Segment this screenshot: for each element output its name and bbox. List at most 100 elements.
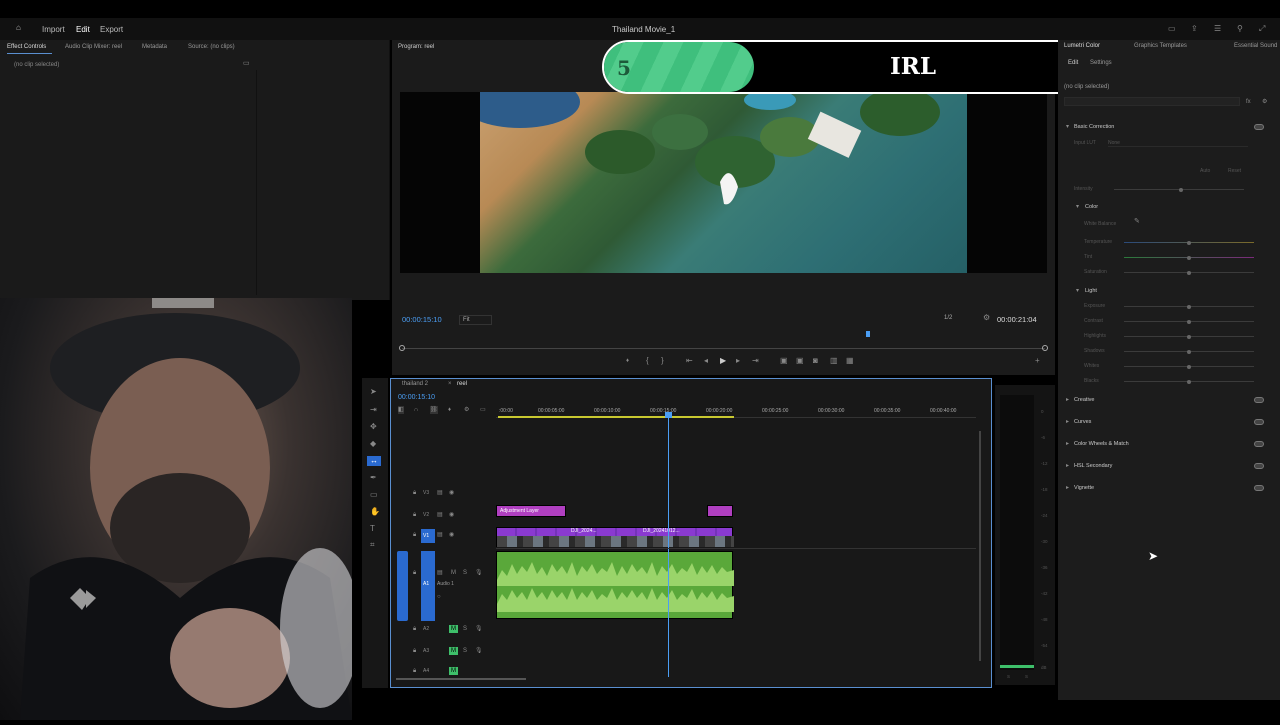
razor-icon[interactable]: ◆ — [370, 440, 376, 448]
eye-icon[interactable]: ◉ — [449, 531, 454, 539]
intensity-slider[interactable] — [1114, 187, 1244, 192]
audio-clip[interactable] — [496, 551, 734, 619]
tab-essential-sound[interactable]: Essential Sound — [1234, 43, 1277, 49]
volume-knob-icon[interactable]: ○ — [437, 593, 441, 601]
eye-icon[interactable]: ◉ — [449, 489, 454, 497]
creative-chevron-icon[interactable]: ▸ — [1066, 396, 1069, 404]
panel-export-icon[interactable]: ▭ — [243, 60, 250, 68]
hand-tool-icon[interactable]: ✋ — [370, 508, 380, 516]
meter-solo-right[interactable]: S — [1025, 674, 1028, 679]
solo-button-icon[interactable]: S — [463, 569, 467, 577]
pen-tool-icon[interactable]: ✒ — [370, 474, 377, 482]
eyedropper-icon[interactable]: ✎ — [1134, 218, 1140, 226]
basic-correction-label[interactable]: Basic Correction — [1074, 124, 1114, 130]
creative-toggle[interactable] — [1254, 397, 1264, 403]
extract-icon[interactable]: ▣ — [796, 357, 804, 365]
hamburger-icon[interactable]: ☰ — [1214, 25, 1221, 33]
ripple-edit-icon[interactable]: ✥ — [370, 423, 377, 431]
hsl-secondary-section-label[interactable]: HSL Secondary — [1074, 463, 1112, 469]
input-lut-dropdown[interactable]: None — [1108, 140, 1248, 147]
home-icon[interactable]: ⌂ — [16, 24, 21, 32]
adjustment-layer-clip[interactable]: Adjustment Layer — [496, 505, 566, 517]
selection-tool-icon[interactable]: ➤ — [370, 388, 377, 396]
step-back-icon[interactable]: ◂ — [704, 357, 708, 365]
slip-tool-icon[interactable]: ↔ — [367, 456, 381, 466]
sync-icon[interactable]: ▤ — [437, 569, 443, 577]
vignette-section-label[interactable]: Vignette — [1074, 485, 1094, 491]
reset-button[interactable]: Reset — [1228, 168, 1241, 174]
mic-icon[interactable]: 🎙︎ — [475, 625, 483, 633]
track-label[interactable]: A1 — [421, 551, 435, 621]
lift-icon[interactable]: ▣ — [780, 357, 788, 365]
meter-solo-left[interactable]: S — [1007, 674, 1010, 679]
mark-in-icon[interactable]: { — [646, 357, 649, 365]
mark-out-icon[interactable]: } — [661, 357, 664, 365]
add-button-icon[interactable]: + — [1035, 357, 1040, 365]
menu-export[interactable]: Export — [100, 25, 123, 34]
solo-button-icon[interactable]: S — [463, 625, 467, 633]
saturation-slider[interactable] — [1124, 270, 1254, 275]
exposure-slider[interactable] — [1124, 304, 1254, 309]
vertical-scrollbar[interactable] — [979, 431, 981, 661]
work-area-bar[interactable] — [498, 416, 734, 418]
adjustment-layer-clip[interactable] — [707, 505, 733, 517]
auto-button[interactable]: Auto — [1200, 168, 1210, 174]
go-to-out-icon[interactable]: ⇥ — [752, 357, 759, 365]
ruler[interactable]: :00:00 00:00:05:00 00:00:10:00 00:00:15:… — [496, 406, 976, 418]
tab-thailand-2[interactable]: thailand 2 — [402, 381, 428, 387]
mic-icon[interactable]: 🎙︎ — [475, 569, 483, 577]
tab-effect-controls[interactable]: Effect Controls — [7, 44, 46, 50]
lock-icon[interactable]: 🔒︎ — [413, 667, 416, 675]
add-marker-icon[interactable]: ♦ — [448, 406, 451, 414]
light-chevron-icon[interactable]: ▾ — [1076, 287, 1079, 295]
color-wheels-toggle[interactable] — [1254, 441, 1264, 447]
close-tab-icon[interactable]: × — [448, 380, 452, 388]
tab-audio-clip-mixer[interactable]: Audio Clip Mixer: reel — [65, 44, 122, 50]
tab-metadata[interactable]: Metadata — [142, 44, 167, 50]
video-clip[interactable]: DJI_2024... DJI_20241012... — [496, 527, 734, 547]
lock-icon[interactable]: 🔒︎ — [413, 647, 416, 655]
creative-section-label[interactable]: Creative — [1074, 397, 1094, 403]
color-wheels-section-label[interactable]: Color Wheels & Match — [1074, 441, 1129, 447]
tab-reel[interactable]: reel — [457, 381, 467, 387]
program-scrubber[interactable] — [402, 348, 1045, 349]
menu-edit[interactable]: Edit — [76, 25, 90, 34]
search-icon[interactable]: ⚲ — [1237, 25, 1243, 33]
hsl-chevron-icon[interactable]: ▸ — [1066, 462, 1069, 470]
timeline-settings-icon[interactable]: ⚙ — [464, 406, 469, 414]
horizontal-scrollbar[interactable] — [396, 678, 526, 680]
scrubber-start-handle[interactable] — [399, 345, 405, 351]
fit-dropdown[interactable]: Fit — [459, 315, 492, 325]
timeline-playhead[interactable] — [668, 412, 669, 677]
resolution-dropdown[interactable]: 1/2 — [944, 315, 972, 321]
light-section-label[interactable]: Light — [1085, 288, 1097, 294]
source-patch-a1[interactable] — [397, 551, 408, 621]
captions-icon[interactable]: ▭ — [480, 406, 486, 414]
share-icon[interactable]: ⇪ — [1191, 25, 1198, 33]
tab-edit[interactable]: Edit — [1068, 60, 1078, 66]
curves-section-label[interactable]: Curves — [1074, 419, 1091, 425]
blacks-slider[interactable] — [1124, 379, 1254, 384]
sync-icon[interactable]: ▤ — [437, 489, 443, 497]
mic-icon[interactable]: 🎙︎ — [475, 647, 483, 655]
color-chevron-icon[interactable]: ▾ — [1076, 203, 1079, 211]
tint-slider[interactable] — [1124, 255, 1254, 260]
nest-icon[interactable]: ◧ — [398, 406, 404, 414]
whites-slider[interactable] — [1124, 364, 1254, 369]
mute-button-icon[interactable]: M — [449, 647, 458, 655]
eye-icon[interactable]: ◉ — [449, 511, 454, 519]
clip-dropdown[interactable] — [1064, 97, 1240, 106]
track-label[interactable]: V1 — [421, 529, 435, 543]
snap-icon[interactable]: ∩ — [414, 406, 418, 414]
lock-icon[interactable]: 🔒︎ — [413, 531, 416, 539]
curves-chevron-icon[interactable]: ▸ — [1066, 418, 1069, 426]
program-timecode[interactable]: 00:00:15:10 — [402, 315, 442, 324]
settings-icon[interactable]: ⚙ — [1262, 98, 1267, 106]
tab-graphics-templates[interactable]: Graphics Templates — [1134, 43, 1187, 49]
go-to-in-icon[interactable]: ⇤ — [686, 357, 693, 365]
basic-correction-toggle[interactable] — [1254, 124, 1264, 130]
vignette-toggle[interactable] — [1254, 485, 1264, 491]
lock-icon[interactable]: 🔒︎ — [413, 625, 416, 633]
camera-icon[interactable]: ◙ — [813, 357, 818, 365]
sync-icon[interactable]: ▤ — [437, 511, 443, 519]
